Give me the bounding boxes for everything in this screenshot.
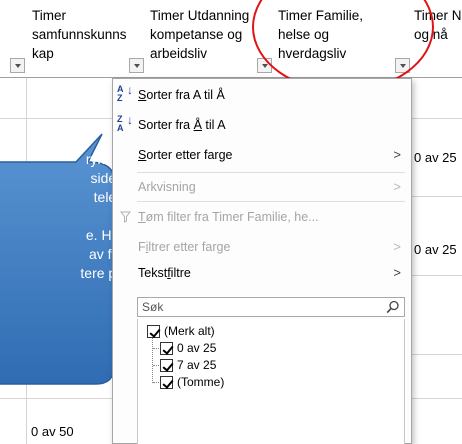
chevron-right-icon: >	[393, 147, 401, 162]
filter-dropdown-button[interactable]	[129, 58, 144, 73]
checkbox-checked[interactable]	[160, 342, 173, 355]
callout-text: rykker siden telen e. Her av for tere på	[80, 151, 124, 281]
cell-value[interactable]: 0 av 50	[31, 424, 74, 439]
chevron-down-icon	[261, 63, 268, 68]
value-list: (Merk alt) 0 av 25 7 av 25 (Tomme)	[137, 319, 405, 444]
filter-menu: A Z ↓ Sorter fra A til Å Z A ↓ Sorter fra Å …	[112, 78, 412, 444]
column-header-utdanning[interactable]: Timer Utdanning kompetanse og arbeidsliv	[150, 6, 249, 63]
search-input[interactable]: Søk	[137, 297, 405, 317]
list-item[interactable]: (Tomme)	[160, 375, 224, 391]
menu-item-text-filters[interactable]: Tekstfiltre >	[113, 261, 411, 285]
tree-line	[153, 382, 159, 383]
checkbox-checked[interactable]	[147, 325, 160, 338]
tree-line	[153, 365, 159, 366]
checkbox-checked[interactable]	[160, 359, 173, 372]
chevron-right-icon: >	[393, 265, 401, 280]
search-icon	[386, 300, 399, 314]
list-item[interactable]: 7 av 25	[160, 358, 216, 374]
filter-dropdown-button[interactable]	[10, 58, 25, 73]
menu-item-filter-by-color: Filtrer etter farge >	[113, 235, 411, 259]
list-item-select-all[interactable]: (Merk alt)	[147, 324, 215, 340]
tree-line	[153, 348, 159, 349]
chevron-down-icon	[14, 63, 21, 68]
chevron-down-icon	[133, 63, 140, 68]
column-header-samfunnskunnskap[interactable]: Timer samfunnskunns kap	[32, 6, 127, 63]
menu-separator	[137, 201, 405, 202]
menu-item-sort-a-z[interactable]: A Z ↓ Sorter fra A til Å	[113, 83, 411, 107]
menu-item-sheet-view: Arkvisning >	[113, 175, 411, 199]
menu-item-clear-filter: Tøm filter fra Timer Familie, he...	[113, 205, 411, 229]
chevron-right-icon: >	[393, 239, 401, 254]
cell-value[interactable]: 0 av 25	[414, 150, 457, 165]
menu-item-sort-by-color[interactable]: Sorter etter farge >	[113, 143, 411, 167]
menu-separator	[137, 172, 405, 173]
sort-descending-icon: Z A ↓	[117, 113, 133, 133]
cell-value[interactable]: 0 av 25	[414, 242, 457, 257]
checkbox-checked[interactable]	[160, 376, 173, 389]
list-item[interactable]: 0 av 25	[160, 341, 216, 357]
chevron-right-icon: >	[393, 179, 401, 194]
sort-ascending-icon: A Z ↓	[117, 83, 133, 103]
menu-item-sort-z-a[interactable]: Z A ↓ Sorter fra Å til A	[113, 113, 411, 137]
clear-filter-icon	[120, 211, 132, 223]
